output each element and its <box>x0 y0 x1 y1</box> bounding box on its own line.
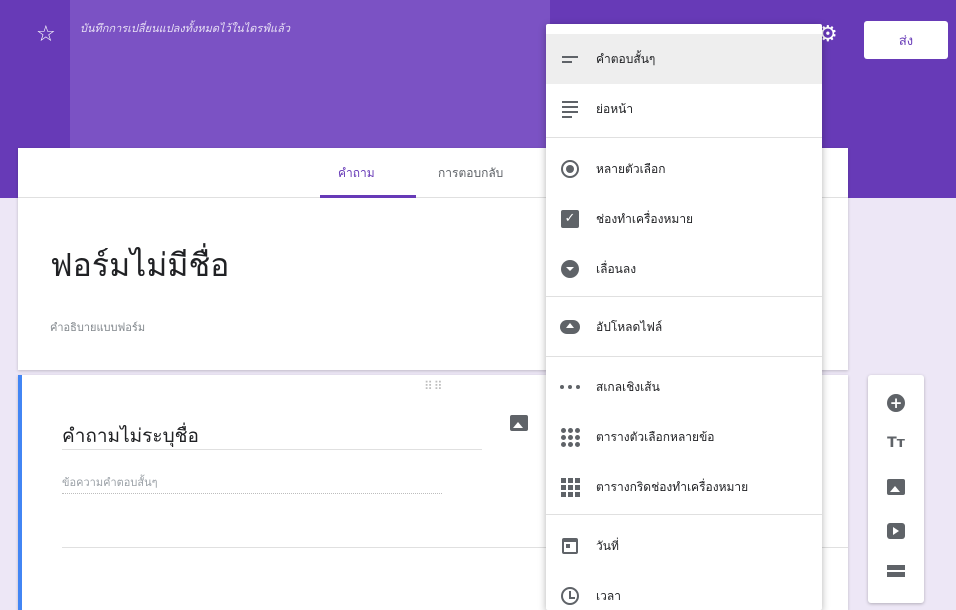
question-title-underline <box>62 449 482 450</box>
dot-grid-icon <box>560 427 580 447</box>
add-image-icon[interactable] <box>886 477 906 497</box>
short-answer-placeholder: ข้อความคำตอบสั้นๆ <box>62 476 158 489</box>
star-icon[interactable]: ☆ <box>36 24 56 46</box>
linear-scale-icon <box>560 377 580 397</box>
menu-item-label: ตารางตัวเลือกหลายข้อ <box>596 429 715 444</box>
menu-divider <box>546 296 822 297</box>
menu-item-date[interactable]: วันที่ <box>546 521 822 571</box>
form-title[interactable]: ฟอร์มไม่มีชื่อ <box>50 240 229 291</box>
menu-item-label: เลื่อนลง <box>596 261 637 276</box>
menu-item-label: หลายตัวเลือก <box>596 161 666 176</box>
active-tab-indicator <box>320 195 416 198</box>
save-status: บันทึกการเปลี่ยนแปลงทั้งหมดไว้ในไดรฟ์แล้… <box>80 22 291 35</box>
menu-item-checkboxes[interactable]: ✓ ช่องทำเครื่องหมาย <box>546 194 822 244</box>
checkbox-icon: ✓ <box>560 209 580 229</box>
paragraph-icon <box>560 99 580 119</box>
menu-item-multiple-choice[interactable]: หลายตัวเลือก <box>546 144 822 194</box>
menu-divider <box>546 514 822 515</box>
menu-item-paragraph[interactable]: ย่อหน้า <box>546 84 822 134</box>
clock-icon <box>560 586 580 606</box>
menu-item-multiple-choice-grid[interactable]: ตารางตัวเลือกหลายข้อ <box>546 412 822 462</box>
add-item-toolbar: + Tт <box>868 375 924 603</box>
add-image-icon[interactable] <box>510 415 528 431</box>
checkbox-grid-icon <box>560 477 580 497</box>
menu-item-label: ย่อหน้า <box>596 101 634 116</box>
menu-item-label: ช่องทำเครื่องหมาย <box>596 211 694 226</box>
menu-item-label: สเกลเชิงเส้น <box>596 379 660 394</box>
menu-item-label: เวลา <box>596 588 621 603</box>
menu-item-label: อัปโหลดไฟล์ <box>596 319 663 334</box>
dropdown-arrow-icon <box>560 259 580 279</box>
question-title-field[interactable]: คำถามไม่ระบุชื่อ <box>62 421 199 451</box>
question-type-menu: คำตอบสั้นๆ ย่อหน้า หลายตัวเลือก ✓ ช่องทำ… <box>546 24 822 610</box>
send-button[interactable]: ส่ง <box>864 21 948 59</box>
menu-item-file-upload[interactable]: อัปโหลดไฟล์ <box>546 302 822 352</box>
short-text-icon <box>560 49 580 69</box>
add-section-icon[interactable] <box>886 561 906 581</box>
menu-item-label: ตารางกริดช่องทำเครื่องหมาย <box>596 479 749 494</box>
menu-divider <box>546 356 822 357</box>
menu-item-linear-scale[interactable]: สเกลเชิงเส้น <box>546 362 822 412</box>
menu-item-dropdown[interactable]: เลื่อนลง <box>546 244 822 294</box>
menu-item-short-answer[interactable]: คำตอบสั้นๆ <box>546 34 822 84</box>
menu-item-label: วันที่ <box>596 538 619 553</box>
add-title-icon[interactable]: Tт <box>886 433 906 453</box>
radio-button-icon <box>560 159 580 179</box>
active-card-accent <box>18 375 22 610</box>
menu-item-label: คำตอบสั้นๆ <box>596 51 656 66</box>
drag-handle-icon[interactable]: ⠿⠿ <box>424 379 444 393</box>
form-description-field[interactable]: คำอธิบายแบบฟอร์ม <box>50 318 145 336</box>
calendar-icon <box>560 536 580 556</box>
menu-item-time[interactable]: เวลา <box>546 571 822 610</box>
tab-questions[interactable]: คำถาม <box>338 164 375 183</box>
tab-responses[interactable]: การตอบกลับ <box>438 164 503 183</box>
menu-item-checkbox-grid[interactable]: ตารางกริดช่องทำเครื่องหมาย <box>546 462 822 512</box>
add-video-icon[interactable] <box>886 521 906 541</box>
add-question-icon[interactable]: + <box>886 393 906 413</box>
cloud-upload-icon <box>560 317 580 337</box>
menu-divider <box>546 137 822 138</box>
answer-underline <box>62 493 442 494</box>
